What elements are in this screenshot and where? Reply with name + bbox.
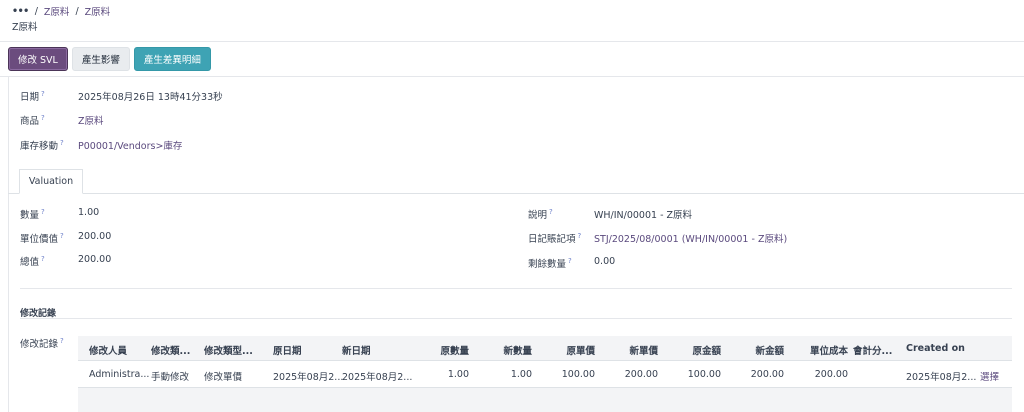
divider bbox=[20, 318, 1012, 319]
divider bbox=[78, 387, 1012, 388]
table-cell: 200.00 bbox=[624, 369, 658, 380]
column-header[interactable]: 修改人員 bbox=[89, 343, 127, 357]
table-cell: 100.00 bbox=[561, 369, 595, 380]
table-cell: 200.00 bbox=[750, 369, 784, 380]
table-cell: 手動修改 bbox=[151, 372, 190, 383]
sheet-border bbox=[8, 76, 9, 412]
help-icon[interactable]: ? bbox=[41, 255, 45, 263]
quantity-field-label: 數量? bbox=[20, 207, 45, 221]
edit-svl-button[interactable]: 修改 SVL bbox=[8, 47, 68, 71]
table-cell: 200.00 bbox=[814, 369, 848, 380]
help-icon[interactable]: ? bbox=[60, 232, 64, 240]
table-cell: 1.00 bbox=[510, 369, 532, 380]
table-cell: 2025年08月2... bbox=[342, 372, 413, 383]
column-header[interactable]: 修改類... bbox=[151, 343, 190, 357]
generate-impact-button[interactable]: 產生影響 bbox=[71, 47, 130, 71]
help-icon[interactable]: ? bbox=[41, 114, 45, 122]
description-value: WH/IN/00001 - Z原料 bbox=[594, 210, 693, 221]
column-header[interactable]: 新金額 bbox=[734, 343, 784, 357]
help-icon[interactable]: ? bbox=[60, 337, 64, 345]
product-link[interactable]: Z原料 bbox=[78, 113, 104, 127]
page-title: Z原料 bbox=[12, 22, 38, 33]
table-cell: 1.00 bbox=[447, 369, 469, 380]
column-header[interactable]: 原數量 bbox=[420, 343, 469, 357]
breadcrumb: ••• / Z原料 / Z原料 bbox=[12, 4, 111, 19]
table-cell: 修改單價 bbox=[204, 372, 243, 383]
action-buttons: 修改 SVL 產生影響 產生差異明細 bbox=[8, 47, 211, 71]
table-cell: Administra... bbox=[89, 369, 150, 380]
remaining-qty-value: 0.00 bbox=[594, 256, 616, 267]
divider bbox=[78, 360, 1012, 361]
journal-entry-link[interactable]: STJ/2025/08/0001 (WH/IN/00001 - Z原料) bbox=[594, 231, 787, 245]
help-icon[interactable]: ? bbox=[41, 208, 45, 216]
column-header[interactable]: 原單價 bbox=[545, 343, 595, 357]
generate-diff-detail-button[interactable]: 產生差異明細 bbox=[133, 47, 211, 71]
stock-move-link[interactable]: P00001/Vendors>庫存 bbox=[78, 138, 182, 152]
tab-divider bbox=[8, 193, 1024, 194]
date-field-label: 日期? bbox=[20, 89, 45, 103]
divider bbox=[0, 76, 1024, 77]
date-value: 2025年08月26日 13時41分33秒 bbox=[78, 92, 223, 103]
table-cell: 2025年08月2... bbox=[273, 372, 344, 383]
select-row-button[interactable]: 選擇 bbox=[980, 369, 999, 383]
column-header[interactable]: 原金額 bbox=[671, 343, 721, 357]
journal-entry-field-label: 日記賬記項? bbox=[528, 231, 582, 245]
column-header[interactable]: Created on bbox=[906, 343, 965, 354]
breadcrumb-item-current[interactable]: Z原料 bbox=[85, 4, 111, 18]
column-header[interactable]: 原日期 bbox=[273, 343, 302, 357]
quantity-value: 1.00 bbox=[78, 207, 100, 218]
help-icon[interactable]: ? bbox=[568, 257, 572, 265]
divider bbox=[20, 288, 1012, 289]
column-header[interactable]: 新單價 bbox=[608, 343, 658, 357]
divider bbox=[0, 41, 1024, 42]
product-field-label: 商品? bbox=[20, 113, 45, 127]
unit-value-field-label: 單位價值? bbox=[20, 231, 64, 245]
help-icon[interactable]: ? bbox=[578, 232, 582, 240]
breadcrumb-more[interactable]: ••• bbox=[12, 6, 29, 17]
help-icon[interactable]: ? bbox=[549, 208, 553, 216]
table-cell: 2025年08月2... bbox=[906, 372, 977, 383]
description-field-label: 說明? bbox=[528, 207, 553, 221]
unit-value-value: 200.00 bbox=[78, 231, 112, 242]
column-header[interactable]: 新數量 bbox=[484, 343, 532, 357]
column-header[interactable]: 修改類型... bbox=[204, 343, 253, 357]
total-value-value: 200.00 bbox=[78, 254, 112, 265]
table-cell: 100.00 bbox=[687, 369, 721, 380]
column-header[interactable]: 會計分... bbox=[853, 343, 892, 357]
breadcrumb-separator: / bbox=[75, 5, 79, 17]
help-icon[interactable]: ? bbox=[41, 90, 45, 98]
remaining-qty-field-label: 剩餘數量? bbox=[528, 256, 572, 270]
history-field-label: 修改記錄? bbox=[20, 336, 64, 350]
stock-move-field-label: 庫存移動? bbox=[20, 138, 64, 152]
column-header[interactable]: 新日期 bbox=[342, 343, 371, 357]
breadcrumb-item-parent[interactable]: Z原料 bbox=[44, 4, 70, 18]
total-value-field-label: 總值? bbox=[20, 254, 45, 268]
help-icon[interactable]: ? bbox=[60, 139, 64, 147]
column-header[interactable]: 單位成本 bbox=[800, 343, 848, 357]
breadcrumb-separator: / bbox=[34, 5, 38, 17]
tab-valuation[interactable]: Valuation bbox=[19, 169, 83, 194]
